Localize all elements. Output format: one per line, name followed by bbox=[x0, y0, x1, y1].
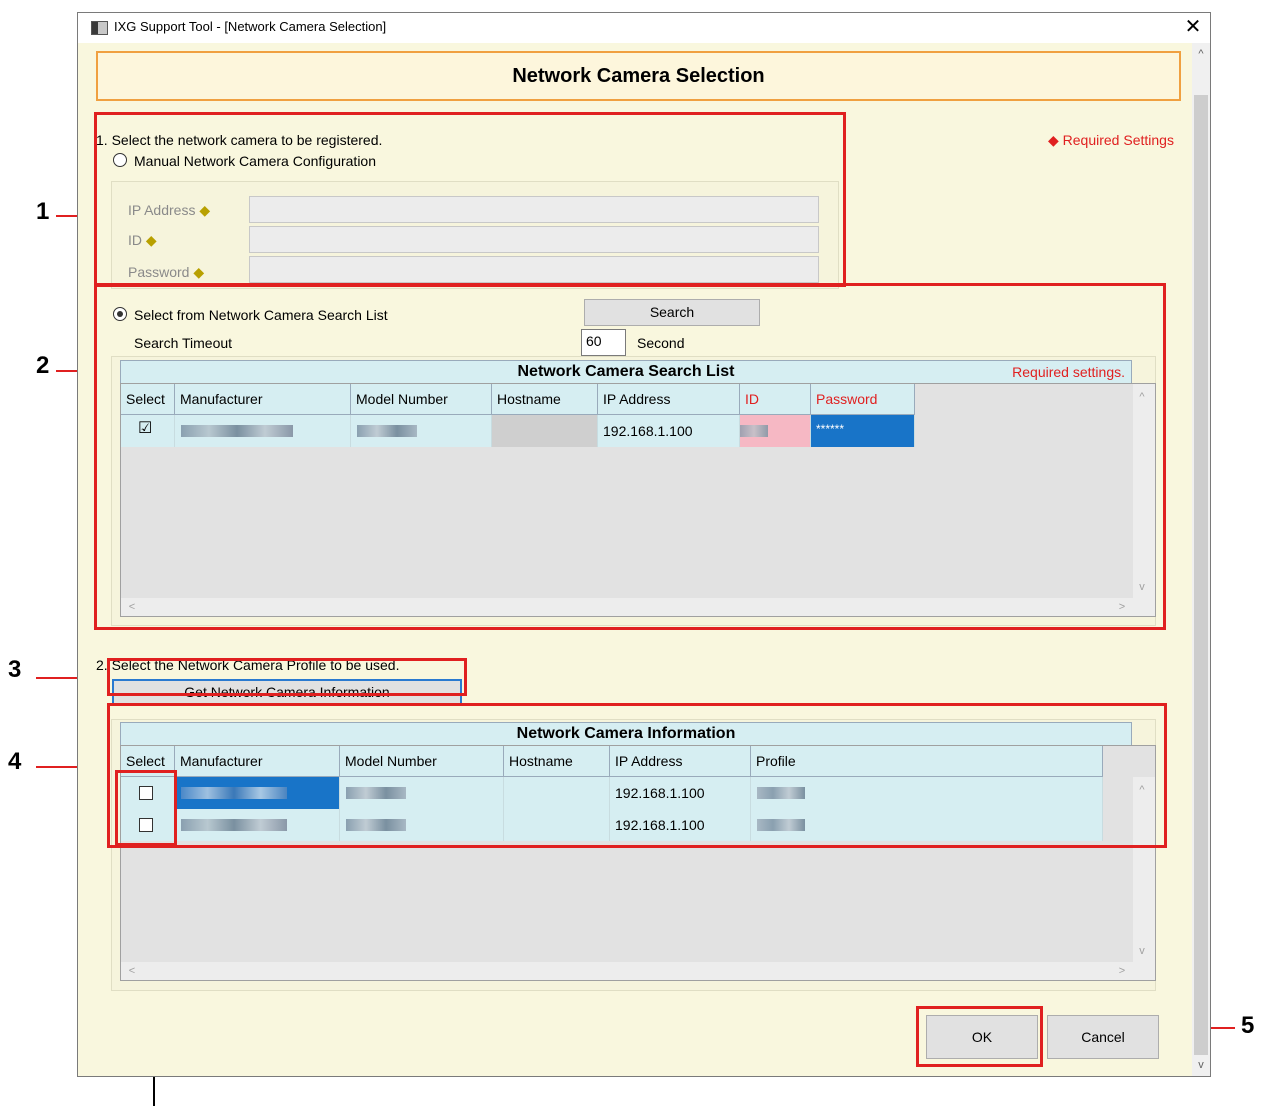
cancel-button[interactable]: Cancel bbox=[1047, 1015, 1159, 1059]
window-title: IXG Support Tool - [Network Camera Selec… bbox=[114, 19, 387, 34]
scroll-thumb[interactable] bbox=[1194, 95, 1208, 1055]
annotation-box-5 bbox=[916, 1006, 1043, 1067]
scroll-down-icon[interactable]: v bbox=[1133, 942, 1151, 960]
callout-5: 5 bbox=[1241, 1012, 1255, 1039]
scroll-left-icon[interactable]: < bbox=[123, 962, 141, 980]
window-vscroll[interactable]: ^ v bbox=[1192, 43, 1210, 1076]
title-bar: IXG Support Tool - [Network Camera Selec… bbox=[78, 13, 1210, 43]
annotation-box-1 bbox=[94, 112, 846, 287]
annotation-box-checkboxes bbox=[115, 770, 177, 846]
scroll-down-icon[interactable]: v bbox=[1192, 1056, 1210, 1074]
scroll-right-icon[interactable]: > bbox=[1113, 962, 1131, 980]
close-icon[interactable]: ✕ bbox=[1176, 13, 1210, 43]
callout-4: 4 bbox=[8, 748, 22, 775]
app-icon bbox=[91, 21, 108, 35]
required-settings-note: ◆ Required Settings bbox=[1048, 132, 1174, 148]
annotation-box-2 bbox=[94, 283, 1166, 630]
annotation-box-4 bbox=[107, 703, 1167, 848]
scroll-up-icon[interactable]: ^ bbox=[1192, 45, 1210, 63]
info-table-hscroll[interactable]: < > bbox=[121, 962, 1155, 980]
page-title: Network Camera Selection bbox=[96, 51, 1181, 101]
annotation-box-3 bbox=[107, 658, 467, 696]
callout-2: 2 bbox=[36, 352, 50, 379]
callout-1: 1 bbox=[36, 198, 50, 225]
callout-3: 3 bbox=[8, 656, 22, 683]
